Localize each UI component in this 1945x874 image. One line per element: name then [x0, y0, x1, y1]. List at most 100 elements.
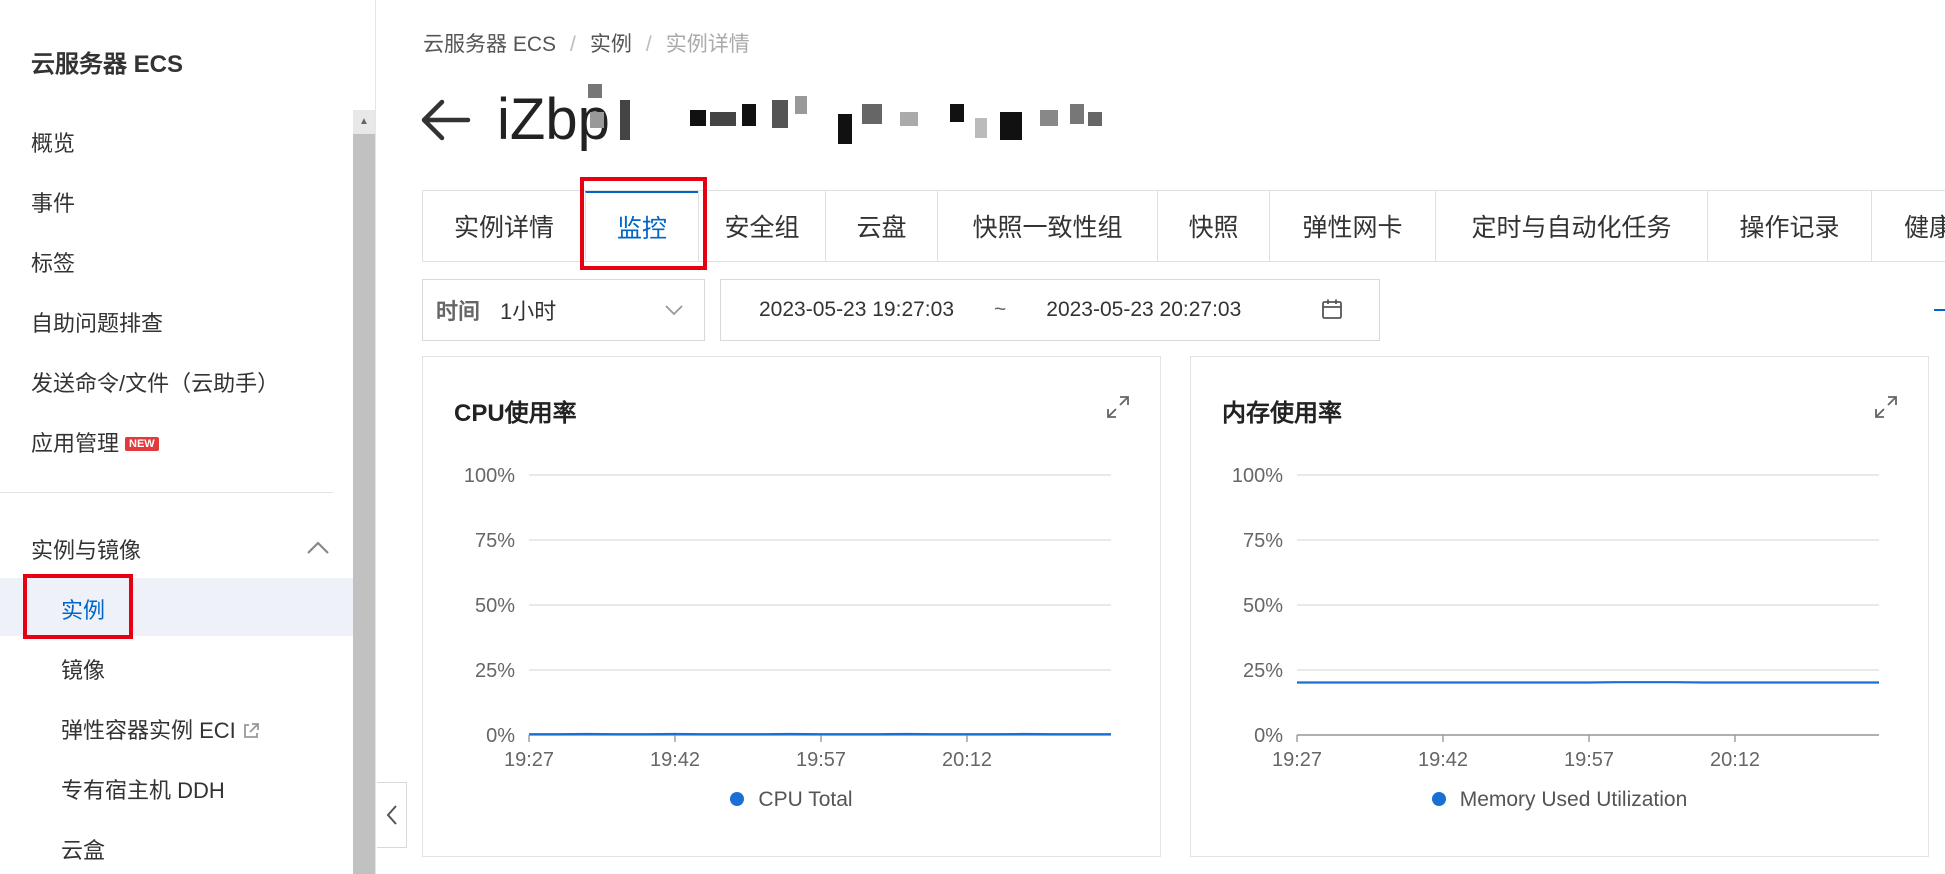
y-tick-label: 100%	[464, 465, 515, 487]
tab-operation-logs[interactable]: 操作记录	[1707, 191, 1871, 261]
sidebar-group-label: 实例与镜像	[31, 538, 142, 563]
sidebar-item-tags[interactable]: 标签	[31, 246, 75, 278]
arrow-left-icon[interactable]	[420, 96, 472, 144]
sidebar-item-label: 专有宿主机 DDH	[61, 778, 225, 803]
x-tick-label: 19:27	[1272, 749, 1322, 771]
tab-label: 云盘	[856, 214, 907, 242]
sidebar-item-events[interactable]: 事件	[31, 186, 75, 218]
cpu-usage-card: CPU使用率 100% 75% 50% 25% 0% 19:27 19:42 19:57 20:…	[422, 356, 1161, 857]
tab-label: 快照	[1188, 214, 1239, 242]
x-tick-label: 19:27	[504, 749, 554, 771]
sidebar-item-label: 镜像	[61, 658, 106, 683]
sidebar-group-instances-images[interactable]: 实例与镜像	[31, 533, 331, 565]
tab-health[interactable]: 健康	[1871, 191, 1945, 261]
sidebar-title: 云服务器 ECS	[31, 51, 184, 78]
tab-label: 实例详情	[453, 214, 554, 242]
breadcrumb-ecs[interactable]: 云服务器 ECS	[423, 33, 556, 56]
legend-marker	[1431, 792, 1446, 806]
sidebar-item-app-management[interactable]: 应用管理 NEW	[31, 426, 159, 458]
legend-label: Memory Used Utilization	[1459, 788, 1688, 811]
collapse-sidebar-button[interactable]	[377, 782, 407, 848]
sidebar-item-label: 标签	[31, 251, 76, 276]
y-tick-label: 25%	[1243, 660, 1283, 682]
sidebar-item-label: 应用管理	[31, 431, 120, 456]
chevron-down-icon	[665, 305, 683, 316]
tab-label: 监控	[616, 215, 667, 243]
x-tick-label: 19:42	[1418, 749, 1468, 771]
calendar-icon[interactable]	[1321, 298, 1343, 320]
sidebar-item-label: 弹性容器实例 ECI	[61, 718, 236, 743]
breadcrumb-current: 实例详情	[665, 33, 750, 56]
tab-elastic-nics[interactable]: 弹性网卡	[1269, 191, 1435, 261]
external-link-icon	[243, 723, 259, 738]
tab-scheduled-automation[interactable]: 定时与自动化任务	[1435, 191, 1707, 261]
sidebar-item-images[interactable]: 镜像	[61, 653, 105, 685]
tab-label: 健康	[1904, 214, 1945, 242]
new-badge: NEW	[125, 437, 159, 451]
y-tick-label: 100%	[1232, 465, 1283, 487]
legend-marker	[730, 792, 745, 806]
date-range-picker[interactable]: 2023-05-23 19:27:03 ~ 2023-05-23 20:27:0…	[720, 279, 1380, 341]
sidebar-item-label: 发送命令/文件（云助手）	[31, 371, 280, 396]
time-range-select[interactable]: 时间 1小时	[422, 279, 705, 341]
chevron-left-icon	[386, 805, 397, 825]
y-tick-label: 50%	[1243, 595, 1283, 617]
sidebar-item-instances[interactable]: 实例	[61, 593, 105, 625]
sidebar-item-eci[interactable]: 弹性容器实例 ECI	[61, 713, 260, 745]
sidebar-item-send-command[interactable]: 发送命令/文件（云助手）	[31, 366, 279, 398]
chart-legend[interactable]: CPU Total	[423, 788, 1160, 812]
y-tick-label: 50%	[475, 595, 515, 617]
y-tick-label: 25%	[475, 660, 515, 682]
x-tick-label: 20:12	[1710, 749, 1760, 771]
chart-legend[interactable]: Memory Used Utilization	[1191, 788, 1928, 812]
y-tick-label: 75%	[475, 530, 515, 552]
sidebar: 云服务器 ECS 概览 事件 标签 自助问题排查 发送命令/文件（云助手） 应用…	[0, 0, 376, 874]
sidebar-item-label: 事件	[31, 191, 76, 216]
date-separator: ~	[994, 298, 1007, 321]
tab-label: 快照一致性组	[972, 214, 1123, 242]
sidebar-scrollbar[interactable]	[353, 110, 375, 874]
y-tick-label: 75%	[1243, 530, 1283, 552]
refresh-indicator	[1934, 309, 1945, 311]
sidebar-item-overview[interactable]: 概览	[31, 126, 75, 158]
sidebar-item-cloudbox[interactable]: 云盒	[61, 833, 105, 865]
breadcrumb: 云服务器 ECS / 实例 / 实例详情	[423, 28, 750, 58]
tab-monitoring[interactable]: 监控	[585, 191, 698, 261]
breadcrumb-separator: /	[645, 33, 652, 56]
time-value: 1小时	[500, 299, 557, 324]
date-end[interactable]: 2023-05-23 20:27:03	[1046, 298, 1241, 322]
tab-label: 安全组	[724, 214, 800, 242]
tab-instance-details[interactable]: 实例详情	[422, 191, 585, 261]
sidebar-item-label: 实例	[61, 598, 106, 623]
cpu-usage-chart: 100% 75% 50% 25% 0%19:27 19:42 19:57 20:12	[464, 465, 1111, 771]
breadcrumb-separator: /	[570, 33, 576, 56]
tab-snapshots[interactable]: 快照	[1157, 191, 1269, 261]
sidebar-divider	[0, 492, 333, 493]
memory-usage-card: 内存使用率 100% 75% 50% 25% 0% 19:27 19:42 19:57 20:1…	[1190, 356, 1929, 857]
tab-bar: 实例详情 监控 安全组 云盘 快照一致性组 快照 弹性网卡 定时与自动化任务 操…	[422, 190, 1945, 262]
sidebar-active-highlight	[0, 578, 353, 636]
time-label: 时间	[436, 299, 481, 324]
x-tick-label: 19:42	[650, 749, 700, 771]
tab-snapshot-consistency-groups[interactable]: 快照一致性组	[937, 191, 1157, 261]
memory-usage-chart: 100% 75% 50% 25% 0%19:27 19:42 19:57 20:12	[1232, 465, 1879, 771]
date-start[interactable]: 2023-05-23 19:27:03	[759, 298, 954, 322]
tab-label: 操作记录	[1739, 214, 1840, 242]
chevron-up-icon	[307, 541, 329, 554]
tab-label: 弹性网卡	[1302, 214, 1403, 242]
sidebar-item-troubleshoot[interactable]: 自助问题排查	[31, 306, 163, 338]
breadcrumb-instances[interactable]: 实例	[590, 33, 632, 56]
y-tick-label: 0%	[486, 725, 515, 747]
x-tick-label: 20:12	[942, 749, 992, 771]
tab-label: 定时与自动化任务	[1471, 214, 1672, 242]
sidebar-item-label: 自助问题排查	[31, 311, 164, 336]
y-tick-label: 0%	[1254, 725, 1283, 747]
x-tick-label: 19:57	[796, 749, 846, 771]
sidebar-item-label: 云盒	[61, 838, 106, 863]
sidebar-item-ddh[interactable]: 专有宿主机 DDH	[61, 773, 225, 805]
tab-security-groups[interactable]: 安全组	[698, 191, 825, 261]
scroll-up-icon[interactable]: ▲	[353, 110, 375, 134]
legend-label: CPU Total	[758, 788, 853, 811]
sidebar-item-label: 概览	[31, 131, 76, 156]
tab-cloud-disks[interactable]: 云盘	[825, 191, 937, 261]
